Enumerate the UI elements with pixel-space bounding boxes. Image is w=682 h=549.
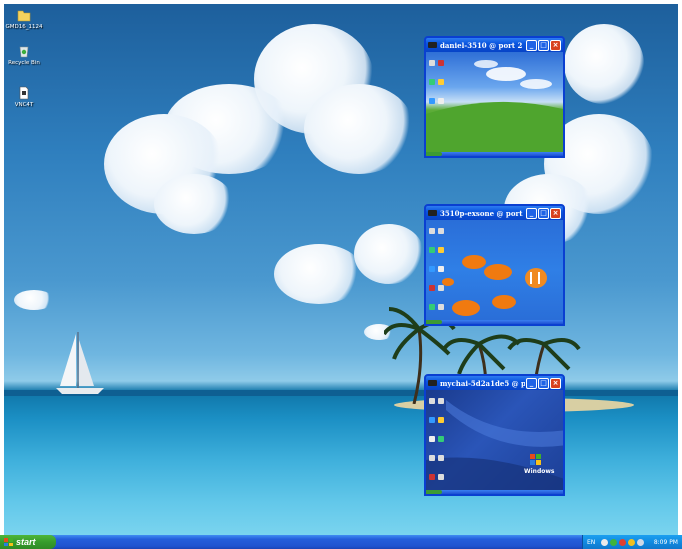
language-indicator[interactable]: EN bbox=[587, 539, 595, 546]
vnc-viewer-icon bbox=[428, 380, 437, 386]
vnc-window-port-2[interactable]: daniel-3510 @ port 2 _ □ × bbox=[424, 36, 565, 158]
sailboat bbox=[56, 332, 104, 394]
cloud bbox=[274, 244, 364, 304]
windows-flag-icon bbox=[4, 538, 13, 546]
windows-logo-text: Windows bbox=[524, 468, 555, 475]
network-icon[interactable] bbox=[601, 538, 609, 546]
window-title: mychai-5d2a1de5 @ port 4 bbox=[440, 378, 525, 388]
cloud bbox=[154, 174, 234, 234]
security-icon[interactable] bbox=[610, 538, 618, 546]
maximize-button[interactable]: □ bbox=[538, 39, 549, 51]
desktop-icon-label: Recycle Bin bbox=[8, 60, 40, 66]
close-button[interactable]: × bbox=[550, 207, 561, 219]
remote-taskbar bbox=[426, 152, 563, 156]
remote-taskbar bbox=[426, 490, 563, 494]
remote-screen[interactable]: Windows bbox=[426, 390, 563, 490]
window-title-bar[interactable]: daniel-3510 @ port 2 _ □ × bbox=[426, 38, 563, 52]
desktop-icon-vnc4t[interactable]: VNC4T bbox=[4, 86, 44, 108]
close-button[interactable]: × bbox=[550, 377, 561, 389]
maximize-button[interactable]: □ bbox=[538, 377, 549, 389]
minimize-button[interactable]: _ bbox=[526, 377, 537, 389]
cloud bbox=[564, 24, 644, 104]
remote-screen[interactable] bbox=[426, 220, 563, 320]
close-button[interactable]: × bbox=[550, 39, 561, 51]
window-title: daniel-3510 @ port 2 bbox=[440, 40, 523, 50]
folder-icon bbox=[17, 10, 31, 22]
vnc-viewer-icon bbox=[428, 210, 437, 216]
window-title-bar[interactable]: 3510p-exsone @ port 3 _ □ × bbox=[426, 206, 563, 220]
remote-desktop-icons bbox=[429, 55, 459, 112]
start-label: start bbox=[16, 537, 36, 547]
update-icon[interactable] bbox=[628, 538, 636, 546]
clock[interactable]: 8:09 PM bbox=[654, 539, 678, 546]
cloud bbox=[354, 224, 424, 284]
cloud bbox=[304, 84, 414, 174]
vnc-file-icon bbox=[19, 86, 29, 100]
vnc-window-port-3[interactable]: 3510p-exsone @ port 3 _ □ × bbox=[424, 204, 565, 326]
desktop-icon-label: GMD16_1124 bbox=[5, 24, 43, 30]
desktop: GMD16_1124 Recycle Bin VNC4T daniel-3510… bbox=[4, 4, 678, 535]
window-title: 3510p-exsone @ port 3 bbox=[440, 208, 525, 218]
remote-desktop-icons bbox=[429, 223, 459, 318]
vnc-window-port-4[interactable]: mychai-5d2a1de5 @ port 4 _ □ × Windows bbox=[424, 374, 565, 496]
window-title-bar[interactable]: mychai-5d2a1de5 @ port 4 _ □ × bbox=[426, 376, 563, 390]
volume-icon[interactable] bbox=[637, 538, 645, 546]
desktop-icon-recycle-bin[interactable]: Recycle Bin bbox=[4, 44, 44, 66]
start-button[interactable]: start bbox=[0, 535, 56, 549]
remote-desktop-icons bbox=[429, 393, 459, 488]
vnc-viewer-icon bbox=[428, 42, 437, 48]
alert-icon[interactable] bbox=[619, 538, 627, 546]
minimize-button[interactable]: _ bbox=[526, 39, 537, 51]
recycle-bin-icon bbox=[19, 46, 29, 58]
system-tray: EN 8:09 PM bbox=[582, 535, 682, 549]
maximize-button[interactable]: □ bbox=[538, 207, 549, 219]
taskbar: start EN 8:09 PM bbox=[0, 535, 682, 549]
remote-taskbar bbox=[426, 320, 563, 324]
remote-screen[interactable] bbox=[426, 52, 563, 152]
desktop-icon-folder[interactable]: GMD16_1124 bbox=[4, 8, 44, 30]
desktop-icon-label: VNC4T bbox=[14, 102, 34, 108]
cloud bbox=[14, 290, 54, 310]
minimize-button[interactable]: _ bbox=[526, 207, 537, 219]
